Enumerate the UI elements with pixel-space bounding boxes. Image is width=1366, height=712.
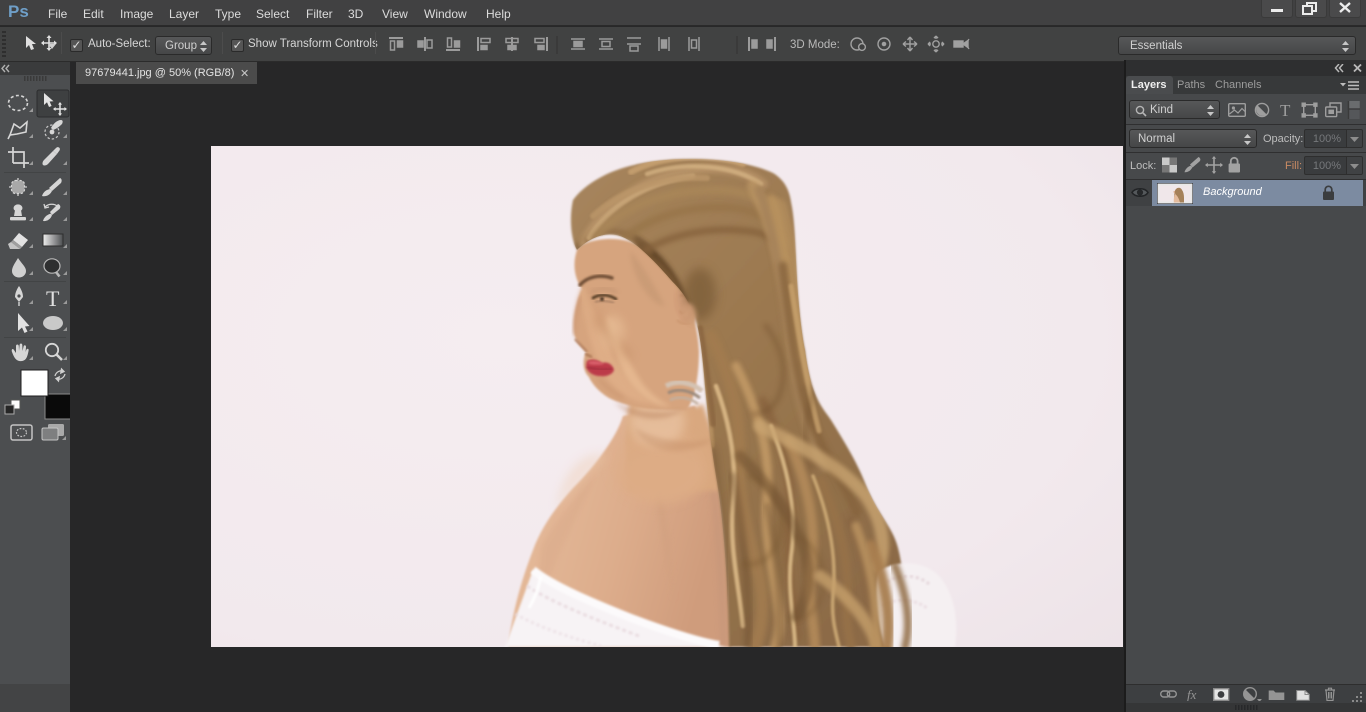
svg-text:T: T <box>1280 101 1291 119</box>
svg-text:fx: fx <box>1187 687 1197 701</box>
svg-text:T: T <box>46 286 60 311</box>
